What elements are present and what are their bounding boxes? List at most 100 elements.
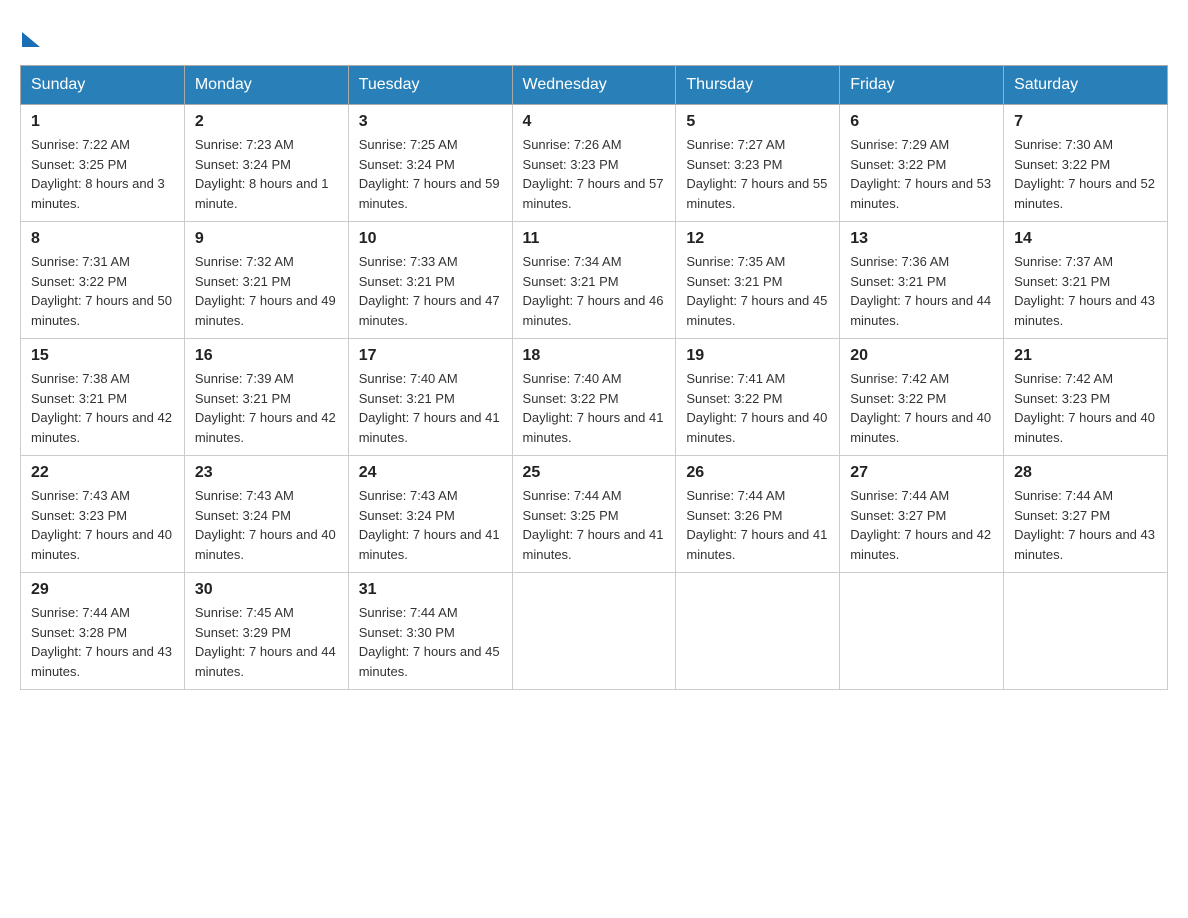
calendar-cell: 12 Sunrise: 7:35 AMSunset: 3:21 PMDayligh… [676,222,840,339]
day-number: 6 [850,113,993,131]
day-info: Sunrise: 7:27 AMSunset: 3:23 PMDaylight:… [686,135,829,213]
calendar-cell: 19Sunrise: 7:41 AMSunset: 3:22 PMDayligh… [676,339,840,456]
logo [20,20,40,45]
day-info: Sunrise: 7:25 AMSunset: 3:24 PMDaylight:… [359,135,502,213]
day-number: 16 [195,347,338,365]
calendar-cell [512,573,676,690]
calendar-cell: 29Sunrise: 7:44 AMSunset: 3:28 PMDayligh… [21,573,185,690]
calendar-cell: 11 Sunrise: 7:34 AMSunset: 3:21 PMDayligh… [512,222,676,339]
calendar-cell [840,573,1004,690]
calendar-cell: 30 Sunrise: 7:45 AMSunset: 3:29 PMDayligh… [184,573,348,690]
day-info: Sunrise: 7:23 AMSunset: 3:24 PMDaylight:… [195,135,338,213]
day-number: 12 [686,230,829,248]
day-number: 10 [359,230,502,248]
calendar-cell: 21 Sunrise: 7:42 AMSunset: 3:23 PMDayligh… [1004,339,1168,456]
calendar-week-row: 8 Sunrise: 7:31 AMSunset: 3:22 PMDaylight… [21,222,1168,339]
day-number: 25 [523,464,666,482]
day-info: Sunrise: 7:31 AMSunset: 3:22 PMDaylight:… [31,252,174,330]
day-info: Sunrise: 7:43 AMSunset: 3:23 PMDaylight:… [31,486,174,564]
calendar-week-row: 15Sunrise: 7:38 AMSunset: 3:21 PMDayligh… [21,339,1168,456]
calendar-cell: 17 Sunrise: 7:40 AMSunset: 3:21 PMDayligh… [348,339,512,456]
day-number: 1 [31,113,174,131]
day-number: 2 [195,113,338,131]
day-info: Sunrise: 7:30 AMSunset: 3:22 PMDaylight:… [1014,135,1157,213]
day-info: Sunrise: 7:40 AMSunset: 3:21 PMDaylight:… [359,369,502,447]
day-info: Sunrise: 7:42 AMSunset: 3:23 PMDaylight:… [1014,369,1157,447]
calendar-cell: 27 Sunrise: 7:44 AMSunset: 3:27 PMDayligh… [840,456,1004,573]
day-info: Sunrise: 7:32 AMSunset: 3:21 PMDaylight:… [195,252,338,330]
logo-arrow-icon [22,32,40,47]
calendar-cell: 7 Sunrise: 7:30 AMSunset: 3:22 PMDaylight… [1004,105,1168,222]
day-info: Sunrise: 7:43 AMSunset: 3:24 PMDaylight:… [359,486,502,564]
calendar-cell: 23 Sunrise: 7:43 AMSunset: 3:24 PMDayligh… [184,456,348,573]
day-info: Sunrise: 7:44 AMSunset: 3:26 PMDaylight:… [686,486,829,564]
day-number: 28 [1014,464,1157,482]
calendar-week-row: 22 Sunrise: 7:43 AMSunset: 3:23 PMDayligh… [21,456,1168,573]
day-info: Sunrise: 7:42 AMSunset: 3:22 PMDaylight:… [850,369,993,447]
calendar-cell: 14 Sunrise: 7:37 AMSunset: 3:21 PMDayligh… [1004,222,1168,339]
calendar-cell: 5 Sunrise: 7:27 AMSunset: 3:23 PMDaylight… [676,105,840,222]
day-info: Sunrise: 7:39 AMSunset: 3:21 PMDaylight:… [195,369,338,447]
day-number: 14 [1014,230,1157,248]
day-info: Sunrise: 7:43 AMSunset: 3:24 PMDaylight:… [195,486,338,564]
weekday-header-sunday: Sunday [21,66,185,105]
calendar-cell: 20 Sunrise: 7:42 AMSunset: 3:22 PMDayligh… [840,339,1004,456]
day-number: 23 [195,464,338,482]
calendar-cell: 26 Sunrise: 7:44 AMSunset: 3:26 PMDayligh… [676,456,840,573]
calendar-cell: 2 Sunrise: 7:23 AMSunset: 3:24 PMDaylight… [184,105,348,222]
day-info: Sunrise: 7:45 AMSunset: 3:29 PMDaylight:… [195,603,338,681]
page-header [20,20,1168,45]
day-number: 30 [195,581,338,599]
calendar-cell: 22 Sunrise: 7:43 AMSunset: 3:23 PMDayligh… [21,456,185,573]
weekday-header-saturday: Saturday [1004,66,1168,105]
day-info: Sunrise: 7:26 AMSunset: 3:23 PMDaylight:… [523,135,666,213]
calendar-cell: 13 Sunrise: 7:36 AMSunset: 3:21 PMDayligh… [840,222,1004,339]
day-info: Sunrise: 7:34 AMSunset: 3:21 PMDaylight:… [523,252,666,330]
day-number: 11 [523,230,666,248]
day-info: Sunrise: 7:44 AMSunset: 3:25 PMDaylight:… [523,486,666,564]
weekday-header-friday: Friday [840,66,1004,105]
calendar-table: SundayMondayTuesdayWednesdayThursdayFrid… [20,65,1168,690]
calendar-cell: 10 Sunrise: 7:33 AMSunset: 3:21 PMDayligh… [348,222,512,339]
calendar-cell: 9 Sunrise: 7:32 AMSunset: 3:21 PMDaylight… [184,222,348,339]
day-number: 5 [686,113,829,131]
day-info: Sunrise: 7:37 AMSunset: 3:21 PMDaylight:… [1014,252,1157,330]
day-number: 18 [523,347,666,365]
calendar-cell: 16 Sunrise: 7:39 AMSunset: 3:21 PMDayligh… [184,339,348,456]
calendar-week-row: 1 Sunrise: 7:22 AMSunset: 3:25 PMDaylight… [21,105,1168,222]
weekday-header-wednesday: Wednesday [512,66,676,105]
day-number: 20 [850,347,993,365]
day-info: Sunrise: 7:22 AMSunset: 3:25 PMDaylight:… [31,135,174,213]
day-info: Sunrise: 7:33 AMSunset: 3:21 PMDaylight:… [359,252,502,330]
calendar-cell: 3 Sunrise: 7:25 AMSunset: 3:24 PMDaylight… [348,105,512,222]
calendar-cell: 6Sunrise: 7:29 AMSunset: 3:22 PMDaylight… [840,105,1004,222]
day-info: Sunrise: 7:40 AMSunset: 3:22 PMDaylight:… [523,369,666,447]
day-number: 8 [31,230,174,248]
day-number: 22 [31,464,174,482]
day-info: Sunrise: 7:36 AMSunset: 3:21 PMDaylight:… [850,252,993,330]
calendar-cell [1004,573,1168,690]
day-number: 7 [1014,113,1157,131]
day-info: Sunrise: 7:41 AMSunset: 3:22 PMDaylight:… [686,369,829,447]
day-info: Sunrise: 7:44 AMSunset: 3:27 PMDaylight:… [850,486,993,564]
day-number: 3 [359,113,502,131]
calendar-cell: 31Sunrise: 7:44 AMSunset: 3:30 PMDayligh… [348,573,512,690]
day-number: 4 [523,113,666,131]
calendar-cell [676,573,840,690]
day-number: 17 [359,347,502,365]
day-info: Sunrise: 7:38 AMSunset: 3:21 PMDaylight:… [31,369,174,447]
day-number: 26 [686,464,829,482]
day-number: 21 [1014,347,1157,365]
day-info: Sunrise: 7:44 AMSunset: 3:28 PMDaylight:… [31,603,174,681]
calendar-cell: 18 Sunrise: 7:40 AMSunset: 3:22 PMDayligh… [512,339,676,456]
day-info: Sunrise: 7:44 AMSunset: 3:27 PMDaylight:… [1014,486,1157,564]
day-number: 9 [195,230,338,248]
calendar-cell: 8 Sunrise: 7:31 AMSunset: 3:22 PMDaylight… [21,222,185,339]
calendar-cell: 28 Sunrise: 7:44 AMSunset: 3:27 PMDayligh… [1004,456,1168,573]
day-number: 24 [359,464,502,482]
weekday-header-thursday: Thursday [676,66,840,105]
day-number: 27 [850,464,993,482]
day-info: Sunrise: 7:35 AMSunset: 3:21 PMDaylight:… [686,252,829,330]
day-number: 13 [850,230,993,248]
calendar-cell: 15Sunrise: 7:38 AMSunset: 3:21 PMDayligh… [21,339,185,456]
